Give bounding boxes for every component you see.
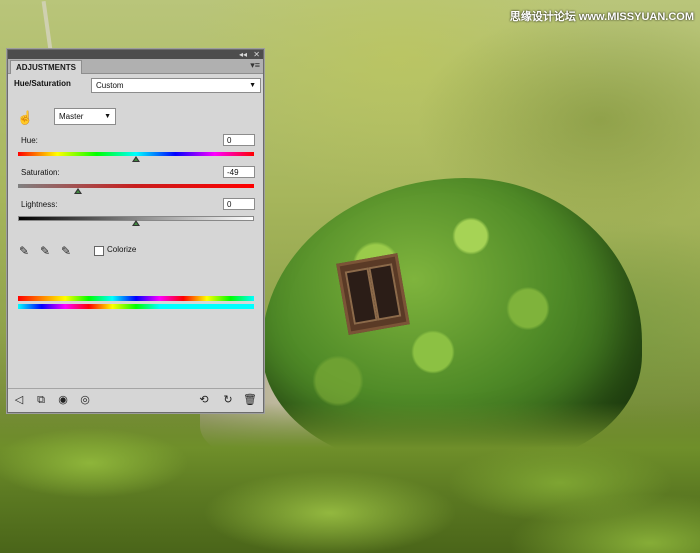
collapse-icon[interactable]: ◂◂ xyxy=(239,50,247,59)
output-color-bar xyxy=(18,304,254,309)
hand-icon[interactable]: ☝ xyxy=(17,110,33,126)
chevron-down-icon: ▼ xyxy=(104,113,111,120)
reset-icon[interactable]: ↻ xyxy=(221,393,235,407)
expand-view-icon[interactable]: ⧉ xyxy=(34,393,48,407)
eyedropper-icon[interactable]: ✎ xyxy=(19,243,33,259)
channel-value: Master xyxy=(59,112,84,121)
chevron-down-icon: ▼ xyxy=(249,82,256,89)
saturation-track[interactable] xyxy=(18,184,254,188)
saturation-value-input[interactable]: -49 xyxy=(223,166,255,178)
hue-slider-thumb[interactable] xyxy=(132,156,140,162)
preset-value: Custom xyxy=(96,81,124,90)
preset-row: Hue/Saturation Custom ▼ xyxy=(13,77,261,93)
view-previous-icon[interactable]: ⟲ xyxy=(197,393,211,407)
tiny-window xyxy=(336,253,410,335)
hue-value-input[interactable]: 0 xyxy=(223,134,255,146)
close-icon[interactable]: ✕ xyxy=(253,50,260,59)
input-color-bar xyxy=(18,296,254,301)
hue-label: Hue: xyxy=(21,136,38,145)
colorize-label: Colorize xyxy=(107,245,137,254)
saturation-slider-thumb[interactable] xyxy=(74,188,83,194)
panel-bottom-toolbar: ◁ ⧉ ◉ ◎ ⟲ ↻ 🗑 xyxy=(8,388,263,412)
lightness-value-input[interactable]: 0 xyxy=(223,198,255,210)
panel-title-strip: ◂◂ ✕ xyxy=(8,50,263,59)
adjustments-panel: ◂◂ ✕ ADJUSTMENTS ▾≡ Hue/Saturation Custo… xyxy=(7,49,264,413)
eyedropper-minus-icon[interactable]: ✎ xyxy=(61,243,75,259)
saturation-label: Saturation: xyxy=(21,168,60,177)
lightness-label: Lightness: xyxy=(21,200,58,209)
watermark: 思缘设计论坛 www.MISSYUAN.COM xyxy=(509,11,694,23)
arrow-left-icon[interactable]: ◁ xyxy=(12,393,26,407)
lightness-slider-thumb[interactable] xyxy=(132,220,140,226)
panel-tabbar: ADJUSTMENTS ▾≡ xyxy=(8,59,263,74)
panel-title: Hue/Saturation xyxy=(14,79,71,88)
panel-menu-icon[interactable]: ▾≡ xyxy=(250,61,260,70)
trash-icon[interactable]: 🗑 xyxy=(243,393,257,407)
eyedropper-plus-icon[interactable]: ✎ xyxy=(40,243,54,259)
tab-adjustments[interactable]: ADJUSTMENTS xyxy=(10,60,83,74)
preset-dropdown[interactable]: Custom ▼ xyxy=(91,78,261,93)
channel-dropdown[interactable]: Master ▼ xyxy=(54,108,116,125)
clip-to-layer-icon[interactable]: ◉ xyxy=(56,393,70,407)
moss-ground xyxy=(0,403,700,553)
colorize-checkbox[interactable] xyxy=(94,246,104,256)
eye-icon[interactable]: ◎ xyxy=(78,393,92,407)
